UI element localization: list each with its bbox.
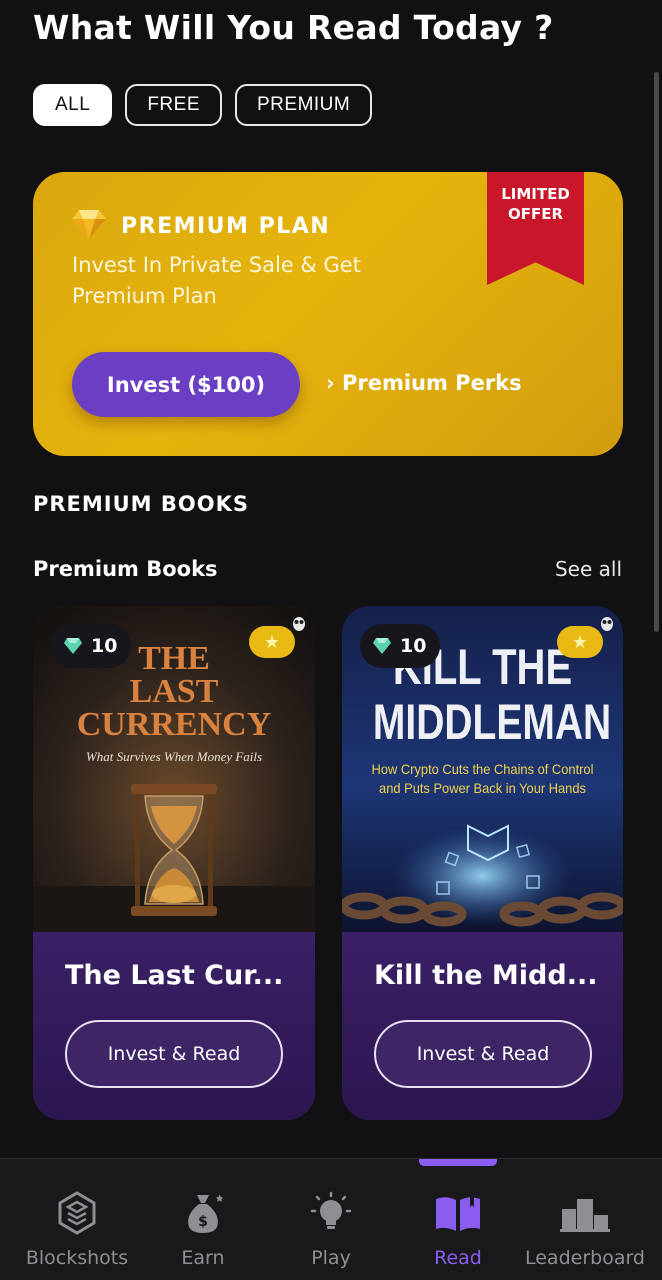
nav-item-play[interactable]: Play <box>265 1191 397 1269</box>
book-title: Kill the Midd... <box>374 960 598 991</box>
star-icon: ★ <box>571 631 589 653</box>
cover-title-line3: CURRENCY <box>76 706 272 743</box>
page-title: What Will You Read Today ? <box>33 8 554 47</box>
promo-subtitle: Invest In Private Sale & Get Premium Pla… <box>72 253 361 308</box>
premium-perks-link[interactable]: › Premium Perks <box>326 371 522 395</box>
layers-icon <box>11 1191 143 1235</box>
limited-offer-ribbon: LIMITED OFFER <box>487 172 584 285</box>
price-badge: 10 <box>51 624 132 668</box>
filter-all[interactable]: ALL <box>33 84 113 126</box>
section-title: PREMIUM BOOKS <box>33 492 249 516</box>
owl-icon <box>599 614 615 632</box>
premium-plan-banner: LIMITED OFFER PREMIUM PLAN Invest In Pri… <box>33 172 623 456</box>
book-cover[interactable]: THE LAST CURRENCY What Survives When Mon… <box>33 606 315 932</box>
nav-label: Blockshots <box>25 1247 129 1269</box>
filter-free[interactable]: FREE <box>125 84 222 126</box>
book-card-footer: The Last Cur... Invest & Read <box>33 932 315 1120</box>
nav-label: Earn <box>181 1247 225 1269</box>
book-card[interactable]: THE LAST CURRENCY What Survives When Mon… <box>33 606 315 1120</box>
bottom-nav: Blockshots $ Earn Play Read Leaderboard <box>0 1158 662 1280</box>
promo-title: PREMIUM PLAN <box>121 213 331 239</box>
see-all-link[interactable]: See all <box>555 557 622 581</box>
book-card[interactable]: KILL THE MIDDLEMAN How Crypto Cuts the C… <box>342 606 623 1120</box>
book-cover[interactable]: KILL THE MIDDLEMAN How Crypto Cuts the C… <box>342 606 623 932</box>
lightbulb-icon <box>265 1191 397 1235</box>
cover-title-line2: LAST <box>129 673 219 710</box>
promo-heading: PREMIUM PLAN <box>71 208 330 244</box>
active-tab-indicator <box>419 1159 497 1166</box>
price-value: 10 <box>91 635 118 657</box>
owl-icon <box>291 614 307 632</box>
svg-text:$: $ <box>198 1214 208 1230</box>
book-card-footer: Kill the Midd... Invest & Read <box>342 932 623 1120</box>
star-icon: ★ <box>263 631 281 653</box>
nav-item-earn[interactable]: $ Earn <box>137 1191 269 1269</box>
gem-icon <box>372 637 392 655</box>
subsection-title: Premium Books <box>33 557 218 581</box>
ribbon-line2: OFFER <box>507 205 564 223</box>
price-badge: 10 <box>360 624 441 668</box>
invest-button[interactable]: Invest ($100) <box>72 352 300 417</box>
invest-read-button[interactable]: Invest & Read <box>374 1020 592 1088</box>
nav-item-read[interactable]: Read <box>392 1191 524 1269</box>
gem-icon <box>63 637 83 655</box>
star-badge: ★ <box>557 626 603 658</box>
cover-tagline-line1: How Crypto Cuts the Chains of Control <box>371 761 594 777</box>
podium-icon <box>519 1191 651 1235</box>
money-bag-icon: $ <box>137 1191 269 1235</box>
invest-read-button[interactable]: Invest & Read <box>65 1020 283 1088</box>
nav-item-leaderboard[interactable]: Leaderboard <box>519 1191 651 1269</box>
cover-tagline: What Survives When Money Fails <box>85 749 263 764</box>
price-value: 10 <box>400 635 427 657</box>
nav-label: Leaderboard <box>524 1247 645 1269</box>
cover-tagline-line2: and Puts Power Back in Your Hands <box>379 780 586 796</box>
cover-title-line2: MIDDLEMAN <box>372 694 612 750</box>
nav-item-blockshots[interactable]: Blockshots <box>11 1191 143 1269</box>
ribbon-line1: LIMITED <box>501 185 570 203</box>
filter-premium[interactable]: PREMIUM <box>235 84 373 126</box>
scrollbar[interactable] <box>654 72 659 632</box>
book-title: The Last Cur... <box>65 960 284 991</box>
filter-chips: ALL FREE PREMIUM <box>33 84 373 126</box>
star-badge: ★ <box>249 626 295 658</box>
nav-label: Play <box>311 1247 351 1269</box>
book-icon <box>392 1191 524 1235</box>
nav-label: Read <box>434 1247 482 1269</box>
diamond-icon <box>71 208 107 244</box>
